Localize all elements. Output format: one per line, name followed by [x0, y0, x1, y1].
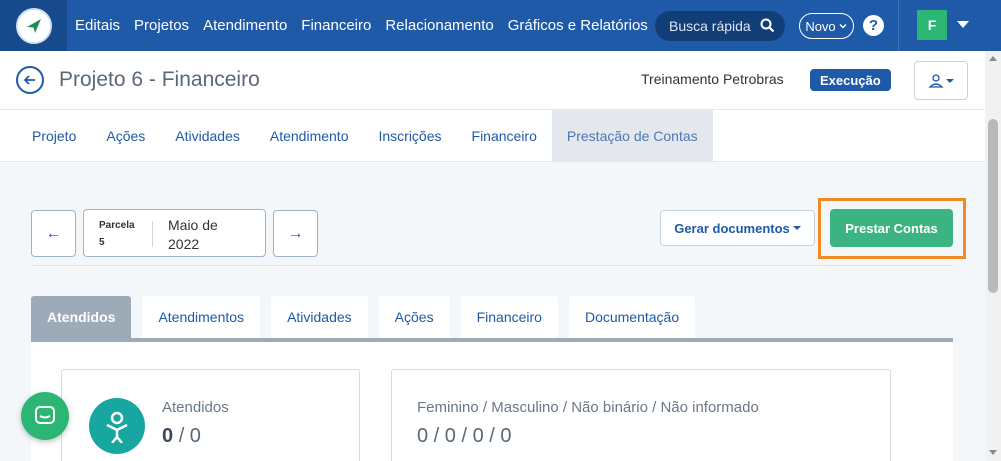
gerar-documentos-label: Gerar documentos [674, 220, 790, 236]
search-icon [760, 18, 775, 36]
quick-search[interactable]: Busca rápida [655, 11, 785, 41]
caret-down-icon [946, 78, 954, 83]
back-button[interactable] [16, 66, 44, 94]
nav-item-financeiro[interactable]: Financeiro [301, 17, 371, 34]
atendidos-count: 0 [162, 425, 174, 447]
subtab-documentacao[interactable]: Documentação [568, 296, 696, 338]
gender-value: 0 / 0 / 0 / 0 [417, 425, 512, 447]
main-nav: Editais Projetos Atendimento Financeiro … [75, 0, 662, 51]
parcela-number: 5 [99, 237, 105, 248]
tab-prestacao-de-contas[interactable]: Prestação de Contas [551, 110, 713, 161]
previous-parcela-button[interactable]: ← [31, 210, 76, 257]
project-tabs: Projeto Ações Atividades Atendimento Ins… [0, 110, 985, 162]
quick-search-label: Busca rápida [669, 18, 751, 34]
gender-label: Feminino / Masculino / Não binário / Não… [417, 399, 759, 416]
nav-item-editais[interactable]: Editais [75, 17, 120, 34]
person-icon [89, 398, 145, 454]
atendidos-label: Atendidos [162, 399, 229, 416]
caret-down-icon [792, 226, 801, 230]
vertical-scrollbar[interactable] [985, 51, 1001, 461]
gender-card: Feminino / Masculino / Não binário / Não… [391, 369, 891, 461]
prestar-contas-button[interactable]: Prestar Contas [830, 209, 953, 247]
arrow-left-icon [23, 75, 35, 85]
prestacao-sub-tabs: Atendidos Atendimentos Atividades Ações … [31, 296, 696, 338]
tab-projeto[interactable]: Projeto [17, 110, 91, 161]
subtab-atividades[interactable]: Atividades [271, 296, 368, 338]
atendidos-value: 0 / 0 [162, 425, 201, 448]
nav-item-atendimento[interactable]: Atendimento [203, 17, 287, 34]
caret-down-icon[interactable] [957, 21, 969, 28]
tab-atendimento[interactable]: Atendimento [255, 110, 364, 161]
scroll-up-arrow[interactable] [989, 56, 997, 61]
parcela-month: Maio de 2022 [168, 217, 218, 252]
status-badge: Execução [810, 69, 891, 91]
page-title: Projeto 6 - Financeiro [59, 68, 260, 91]
next-parcela-button[interactable]: → [273, 210, 318, 257]
atendidos-card: Atendidos 0 / 0 [61, 369, 360, 461]
novo-dropdown-button[interactable]: Novo [799, 13, 854, 39]
gerar-documentos-button[interactable]: Gerar documentos [660, 210, 815, 246]
nav-item-graficos-relatorios[interactable]: Gráficos e Relatórios [508, 17, 648, 34]
tab-inscricoes[interactable]: Inscrições [363, 110, 456, 161]
top-navbar: Editais Projetos Atendimento Financeiro … [0, 0, 1001, 51]
help-icon[interactable]: ? [863, 15, 884, 36]
project-header: Projeto 6 - Financeiro Treinamento Petro… [0, 51, 985, 110]
user-settings-button[interactable] [914, 61, 968, 100]
atendidos-total: / 0 [178, 425, 201, 447]
user-avatar[interactable]: F [917, 10, 947, 40]
subtab-acoes[interactable]: Ações [378, 296, 450, 338]
chat-button[interactable] [21, 392, 69, 440]
user-icon [928, 73, 944, 88]
section-divider [31, 265, 953, 266]
tab-atividades[interactable]: Atividades [160, 110, 255, 161]
organization-name: Treinamento Petrobras [641, 71, 784, 87]
parcela-divider [152, 221, 153, 247]
tab-financeiro[interactable]: Financeiro [457, 110, 552, 161]
logo-icon [15, 7, 52, 44]
app-logo[interactable] [0, 0, 67, 51]
tab-acoes[interactable]: Ações [91, 110, 160, 161]
subtab-atendidos[interactable]: Atendidos [31, 296, 132, 338]
nav-divider [898, 0, 899, 51]
parcela-label: Parcela [99, 220, 135, 231]
scroll-down-arrow[interactable] [989, 450, 997, 455]
chevron-down-icon [838, 19, 848, 34]
chat-icon [35, 406, 55, 424]
nav-item-relacionamento[interactable]: Relacionamento [385, 17, 493, 34]
scroll-thumb[interactable] [988, 119, 998, 293]
novo-label: Novo [805, 18, 836, 34]
subtab-financeiro[interactable]: Financeiro [460, 296, 558, 338]
subtab-atendimentos[interactable]: Atendimentos [142, 296, 261, 338]
parcela-selector[interactable]: Parcela 5 Maio de 2022 [83, 209, 266, 257]
nav-item-projetos[interactable]: Projetos [134, 17, 189, 34]
